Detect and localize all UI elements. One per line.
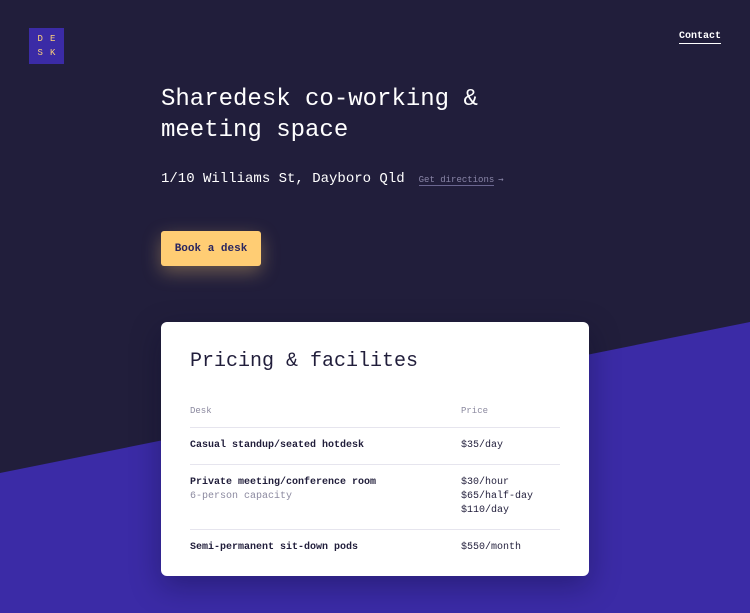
table-row: Casual standup/seated hotdesk $35/day: [190, 427, 560, 465]
get-directions-link[interactable]: Get directions: [418, 175, 495, 186]
price-cell: $30/hour $65/half-day $110/day: [461, 464, 560, 530]
price-cell: $550/month: [461, 529, 560, 566]
desk-capacity: 6-person capacity: [190, 490, 293, 502]
logo-letter-d: D: [37, 34, 43, 44]
address-row: 1/10 Williams St, Dayboro Qld Get direct…: [161, 171, 504, 187]
table-row: Semi-permanent sit-down pods $550/month: [190, 529, 560, 566]
price-value: $35/day: [461, 439, 504, 451]
address-text: 1/10 Williams St, Dayboro Qld: [161, 171, 405, 187]
pricing-table: Desk Price Casual standup/seated hotdesk…: [190, 396, 560, 566]
column-header-price: Price: [461, 396, 560, 428]
desk-cell: Private meeting/conference room 6-person…: [190, 464, 461, 530]
contact-link[interactable]: Contact: [678, 31, 721, 44]
desk-name: Casual standup/seated hotdesk: [190, 439, 365, 451]
table-row: Private meeting/conference room 6-person…: [190, 464, 560, 530]
logo-letter-e: E: [50, 34, 56, 44]
pricing-title: Pricing & facilites: [190, 350, 419, 373]
logo-letter-s: S: [37, 48, 43, 58]
arrow-right-icon: →: [498, 175, 504, 185]
price-value: $110/day: [461, 504, 510, 516]
desk-cell: Casual standup/seated hotdesk: [190, 427, 461, 465]
logo-letter-k: K: [50, 48, 56, 58]
desk-name: Private meeting/conference room: [190, 476, 377, 488]
table-header-row: Desk Price: [190, 396, 560, 428]
pricing-card: Pricing & facilites Desk Price Casual st…: [161, 322, 589, 576]
column-header-desk: Desk: [190, 396, 461, 428]
price-value: $65/half-day: [461, 490, 534, 502]
price-value: $30/hour: [461, 476, 510, 488]
desk-name: Semi-permanent sit-down pods: [190, 541, 359, 553]
price-value: $550/month: [461, 541, 522, 553]
price-cell: $35/day: [461, 427, 560, 465]
desk-logo[interactable]: D E S K: [29, 28, 64, 64]
book-a-desk-button[interactable]: Book a desk: [161, 231, 261, 266]
page-title: Sharedesk co-working & meeting space: [161, 86, 478, 144]
desk-cell: Semi-permanent sit-down pods: [190, 529, 461, 566]
